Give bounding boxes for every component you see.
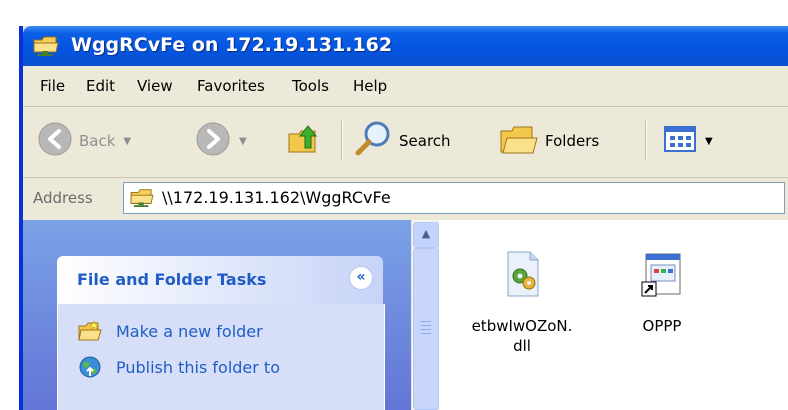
back-label: Back [79, 132, 116, 150]
window-title: WggRCvFe on 172.19.131.162 [71, 34, 393, 56]
explorer-window: WggRCvFe on 172.19.131.162 File Edit Vie… [19, 26, 788, 410]
views-dropdown-icon[interactable]: ▼ [705, 136, 713, 147]
vertical-scrollbar[interactable]: ▲ [412, 220, 439, 410]
task-label: Make a new folder [116, 321, 263, 341]
search-icon [353, 119, 393, 163]
back-dropdown-icon[interactable]: ▼ [123, 136, 131, 147]
forward-dropdown-icon[interactable]: ▼ [239, 136, 247, 147]
menu-file[interactable]: File [40, 77, 65, 95]
title-bar[interactable]: WggRCvFe on 172.19.131.162 [23, 26, 788, 66]
back-arrow-icon [37, 121, 73, 161]
address-bar: Address \\172.19.131.162\WggRCvFe [23, 178, 788, 218]
forward-arrow-icon [195, 121, 231, 161]
search-button[interactable]: Search [353, 119, 451, 163]
globe-publish-icon [78, 356, 102, 378]
menu-favorites[interactable]: Favorites [197, 77, 265, 95]
thumb-grip [421, 321, 431, 322]
menu-help[interactable]: Help [353, 77, 387, 95]
address-value: \\172.19.131.162\WggRCvFe [162, 188, 391, 207]
address-label: Address [33, 189, 93, 207]
scroll-thumb[interactable] [413, 248, 439, 410]
file-name: etbwIwOZoN. dll [471, 317, 573, 355]
up-folder-button[interactable] [287, 119, 321, 163]
task-panel-title: File and Folder Tasks [77, 270, 267, 289]
task-pane: File and Folder Tasks « Make a new folde… [23, 220, 411, 410]
views-button[interactable]: ▼ [663, 119, 713, 163]
menu-tools[interactable]: Tools [292, 77, 329, 95]
address-field[interactable]: \\172.19.131.162\WggRCvFe [123, 182, 785, 214]
file-item[interactable]: OPPP [607, 250, 717, 336]
back-button[interactable]: Back ▼ [37, 119, 131, 163]
search-label: Search [399, 132, 451, 150]
folders-button[interactable]: Folders [499, 119, 599, 163]
new-folder-icon [78, 320, 102, 342]
network-folder-icon [130, 187, 154, 207]
up-folder-icon [287, 122, 321, 160]
file-name: OPPP [642, 317, 682, 335]
toolbar: Back ▼ ▼ Search Folders ▼ [23, 107, 788, 178]
forward-button[interactable]: ▼ [195, 119, 247, 163]
dll-file-icon [467, 250, 577, 302]
task-label: Publish this folder to [116, 357, 280, 377]
task-panel-body: Make a new folder Publish this folder to [57, 304, 385, 410]
menu-edit[interactable]: Edit [86, 77, 115, 95]
toolbar-separator [645, 121, 647, 161]
task-panel-header[interactable]: File and Folder Tasks « [57, 256, 383, 304]
folders-icon [499, 122, 539, 160]
menu-bar: File Edit View Favorites Tools Help [23, 66, 788, 107]
scroll-up-arrow-icon[interactable]: ▲ [413, 222, 439, 248]
thumb-grip [421, 325, 431, 326]
collapse-chevron-icon[interactable]: « [349, 266, 373, 290]
toolbar-separator [341, 121, 343, 161]
file-list: etbwIwOZoN. dll OPPP [439, 220, 788, 410]
task-make-new-folder[interactable]: Make a new folder [78, 318, 263, 344]
thumb-grip [421, 329, 431, 330]
views-icon [663, 124, 697, 158]
folders-label: Folders [545, 132, 600, 150]
shortcut-icon [607, 250, 717, 302]
file-item[interactable]: etbwIwOZoN. dll [467, 250, 577, 356]
network-folder-icon [33, 34, 59, 56]
thumb-grip [421, 333, 431, 334]
task-publish-folder[interactable]: Publish this folder to [78, 354, 280, 380]
menu-view[interactable]: View [137, 77, 173, 95]
